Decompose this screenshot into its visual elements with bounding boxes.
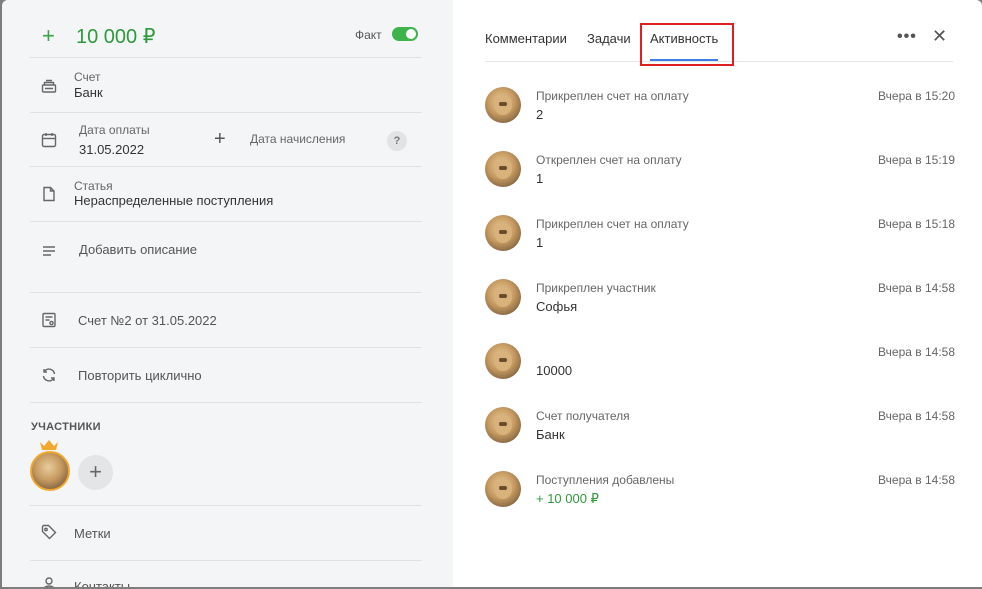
person-icon <box>40 575 58 587</box>
activity-value: 10000 <box>536 363 573 378</box>
activity-item: 10000 Вчера в 14:58 <box>485 343 955 393</box>
user-avatar <box>485 151 521 187</box>
tag-icon <box>40 523 58 541</box>
user-avatar <box>485 215 521 251</box>
repeat-field[interactable]: Повторить циклично <box>30 348 422 402</box>
article-value: Нераспределенные поступления <box>74 193 274 208</box>
activity-title: Прикреплен счет на оплату <box>536 217 689 231</box>
user-avatar <box>485 343 521 379</box>
activity-title: Откреплен счет на оплату <box>536 153 682 167</box>
refresh-icon <box>40 366 58 384</box>
activity-item: Прикреплен счет на оплату 1 Вчера в 15:18 <box>485 215 955 265</box>
amount-value[interactable]: 10 000 ₽ <box>76 25 155 49</box>
accrual-date-label[interactable]: Дата начисления <box>250 132 345 146</box>
activity-value: 1 <box>536 235 544 250</box>
activity-item: Прикреплен участник Софья Вчера в 14:58 <box>485 279 955 329</box>
tabs-bar: Комментарии Задачи Активность ••• ✕ <box>485 0 953 66</box>
close-icon[interactable]: ✕ <box>932 26 947 47</box>
activity-item: Поступления добавлены + 10 000 ₽ Вчера в 1… <box>485 471 955 521</box>
activity-value: Софья <box>536 299 578 314</box>
description-field[interactable]: Добавить описание <box>30 222 422 292</box>
activity-time: Вчера в 14:58 <box>878 409 955 423</box>
pay-date-label: Дата оплаты <box>79 123 150 137</box>
invoice-text: Счет №2 от 31.05.2022 <box>78 313 217 328</box>
activity-panel: Комментарии Задачи Активность ••• ✕ Прик… <box>453 0 982 587</box>
tab-comments[interactable]: Комментарии <box>485 31 567 46</box>
activity-title: Прикреплен счет на оплату <box>536 89 689 103</box>
cash-register-icon <box>40 77 58 95</box>
participants-title: УЧАСТНИКИ <box>31 421 101 433</box>
activity-value: 2 <box>536 107 544 122</box>
tab-tasks[interactable]: Задачи <box>587 31 631 46</box>
help-icon[interactable]: ? <box>387 131 407 151</box>
activity-title: Счет получателя <box>536 409 630 423</box>
pay-date-value[interactable]: 31.05.2022 <box>79 142 144 157</box>
tags-text: Метки <box>74 526 111 541</box>
activity-time: Вчера в 15:19 <box>878 153 955 167</box>
tags-field[interactable]: Метки <box>30 506 422 560</box>
fact-toggle[interactable] <box>392 27 418 41</box>
income-plus-icon: + <box>42 23 55 48</box>
activity-time: Вчера в 14:58 <box>878 345 955 359</box>
activity-item: Счет получателя Банк Вчера в 14:58 <box>485 407 955 457</box>
divider <box>30 402 422 403</box>
calendar-icon <box>40 131 58 149</box>
activity-item: Прикреплен счет на оплату 2 Вчера в 15:20 <box>485 87 955 137</box>
account-label: Счет <box>74 70 101 84</box>
user-avatar <box>485 407 521 443</box>
date-field: Дата оплаты 31.05.2022 <box>30 113 422 167</box>
transaction-details-panel: + 10 000 ₽ Факт Счет Банк Дата оплаты 31… <box>2 0 453 587</box>
activity-title: Прикреплен участник <box>536 281 656 295</box>
add-accrual-date-button[interactable]: + <box>214 128 226 150</box>
transaction-window: + 10 000 ₽ Факт Счет Банк Дата оплаты 31… <box>2 0 982 587</box>
activity-item: Откреплен счет на оплату 1 Вчера в 15:19 <box>485 151 955 201</box>
activity-time: Вчера в 15:20 <box>878 89 955 103</box>
add-description-text: Добавить описание <box>79 242 197 257</box>
invoice-icon <box>40 311 58 329</box>
activity-time: Вчера в 15:18 <box>878 217 955 231</box>
activity-title: Поступления добавлены <box>536 473 675 487</box>
activity-value: + 10 000 ₽ <box>536 491 599 506</box>
activity-value: 1 <box>536 171 544 186</box>
invoice-field[interactable]: Счет №2 от 31.05.2022 <box>30 293 422 347</box>
highlight-box <box>640 23 734 66</box>
more-icon[interactable]: ••• <box>897 28 917 46</box>
activity-time: Вчера в 14:58 <box>878 281 955 295</box>
fact-label: Факт <box>355 28 382 42</box>
user-avatar <box>485 279 521 315</box>
participant-avatar[interactable] <box>30 451 70 491</box>
activity-time: Вчера в 14:58 <box>878 473 955 487</box>
add-participant-button[interactable]: + <box>78 455 113 490</box>
repeat-text: Повторить циклично <box>78 368 202 383</box>
document-icon <box>40 185 58 203</box>
user-avatar <box>485 471 521 507</box>
contacts-field[interactable]: Контакты <box>30 561 422 587</box>
account-field[interactable]: Счет Банк <box>30 58 422 112</box>
text-lines-icon <box>40 242 58 260</box>
article-label: Статья <box>74 179 113 193</box>
user-avatar <box>485 87 521 123</box>
activity-value: Банк <box>536 427 565 442</box>
contacts-text: Контакты <box>74 579 131 587</box>
account-value: Банк <box>74 85 103 100</box>
article-field[interactable]: Статья Нераспределенные поступления <box>30 167 422 221</box>
amount-row: + 10 000 ₽ Факт <box>30 20 420 52</box>
